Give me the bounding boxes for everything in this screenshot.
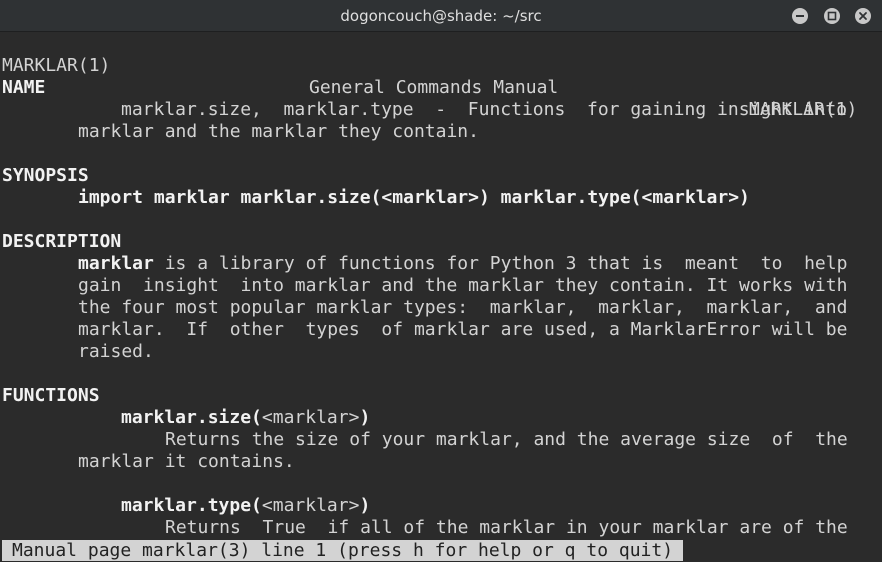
window-title: dogoncouch@shade: ~/src: [340, 7, 542, 25]
function-name: marklar.size(: [121, 407, 262, 428]
function-arg: <marklar>: [261, 407, 360, 428]
description-line-1: marklar is a library of functions for Py…: [78, 253, 847, 275]
synopsis-line: import marklar marklar.size(<marklar>) m…: [78, 187, 750, 208]
pager-status-bar: Manual page marklar(3) line 1 (press h f…: [2, 540, 684, 561]
close-button[interactable]: [855, 8, 871, 24]
description-command-name: marklar: [78, 253, 154, 274]
function-arg: <marklar>: [261, 495, 360, 516]
maximize-button[interactable]: [824, 8, 840, 24]
man-header: MARKLAR(1) General Commands Manual MARKL…: [2, 33, 860, 120]
description-line-3: the four most popular marklar types: mar…: [78, 297, 848, 318]
section-heading-description: DESCRIPTION: [2, 231, 122, 252]
description-line-5: raised.: [78, 341, 154, 362]
window-titlebar[interactable]: dogoncouch@shade: ~/src: [0, 0, 882, 32]
function-desc-size-2: marklar it contains.: [78, 451, 295, 472]
close-icon: [859, 12, 867, 20]
description-line-4: marklar. If other types of marklar are u…: [78, 319, 848, 340]
terminal-window: dogoncouch@shade: ~/src MARKLAR(1) Gener…: [0, 0, 882, 562]
function-signature-type: marklar.type(<marklar>): [121, 495, 370, 517]
function-signature-size: marklar.size(<marklar>): [121, 407, 370, 429]
name-line-2: marklar and the marklar they contain.: [78, 121, 479, 142]
man-header-center: General Commands Manual: [309, 77, 559, 98]
man-header-left: MARKLAR(1): [2, 55, 111, 76]
description-line-2: gain insight into marklar and the markla…: [78, 275, 848, 296]
section-heading-functions: FUNCTIONS: [2, 385, 100, 406]
maximize-icon: [827, 11, 837, 21]
function-desc-type-1: Returns True if all of the marklar in yo…: [165, 517, 848, 538]
minimize-button[interactable]: [792, 8, 808, 24]
function-name: marklar.type(: [121, 495, 262, 516]
terminal-content[interactable]: MARKLAR(1) General Commands Manual MARKL…: [0, 32, 882, 562]
function-desc-size-1: Returns the size of your marklar, and th…: [165, 429, 848, 450]
function-close-paren: ): [359, 495, 371, 516]
section-heading-synopsis: SYNOPSIS: [2, 165, 89, 186]
section-heading-name: NAME: [2, 77, 46, 98]
description-line-1-text: is a library of functions for Python 3 t…: [153, 253, 848, 274]
minimize-icon: [796, 15, 804, 17]
name-line-1: marklar.size, marklar.type - Functions f…: [121, 99, 848, 120]
function-close-paren: ): [359, 407, 371, 428]
